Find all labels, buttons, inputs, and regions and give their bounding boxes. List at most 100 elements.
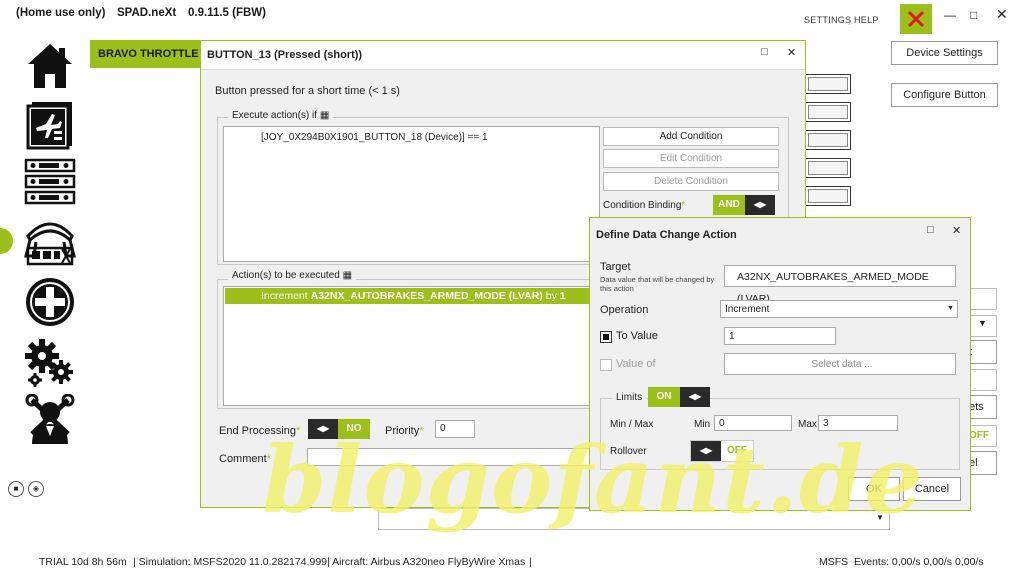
chevron-down-icon: ▼ <box>947 305 954 312</box>
rollover-label: Rollover <box>610 446 647 457</box>
cockpit-icon[interactable] <box>24 216 76 268</box>
min-label: Min <box>694 419 711 430</box>
status-simulation: | Simulation: MSFS2020 11.0.282174.999 <box>133 556 327 568</box>
data-change-dialog: Define Data Change Action □ ✕ Target Dat… <box>589 217 971 511</box>
close-icon[interactable]: ✕ <box>952 224 961 237</box>
button-slot[interactable] <box>805 102 851 122</box>
toggle-arrows-icon: ◀▶ <box>745 195 775 215</box>
active-indicator <box>0 228 13 254</box>
app-name: SPAD.neXt <box>117 7 177 19</box>
min-input[interactable]: 0 <box>714 415 792 431</box>
execute-if-label: Execute action(s) if ▦ <box>228 110 334 121</box>
status-aircraft: | Aircraft: Airbus A320neo FlyByWire Xma… <box>327 556 526 568</box>
bg-button-partial[interactable]: el <box>968 451 997 475</box>
delete-condition-button[interactable]: Delete Condition <box>603 172 779 191</box>
bg-button-partial[interactable]: t <box>968 340 997 364</box>
app-close-button[interactable] <box>900 4 932 34</box>
priority-label: Priority* <box>385 425 424 437</box>
status-trial: TRIAL 10d 8h 56m <box>39 556 127 568</box>
max-input[interactable]: 3 <box>818 415 898 431</box>
ok-button[interactable]: OK <box>848 477 900 501</box>
status-separator: | <box>529 556 532 568</box>
bg-field[interactable] <box>968 369 997 391</box>
cancel-button[interactable]: Cancel <box>903 477 961 501</box>
max-label: Max <box>798 419 817 430</box>
value-of-radio[interactable] <box>600 359 612 371</box>
target-hint: Data value that will be changed by this … <box>600 275 715 293</box>
limits-group <box>600 398 960 470</box>
bg-button-partial[interactable]: ets <box>968 395 997 419</box>
edit-condition-button[interactable]: Edit Condition <box>603 149 779 168</box>
bg-field[interactable] <box>968 288 997 310</box>
status-sim: MSFS <box>819 556 849 568</box>
close-icon[interactable]: ✕ <box>787 46 796 59</box>
condition-item[interactable]: [JOY_0X294B0X1901_BUTTON_18 (Device)] ==… <box>261 132 488 143</box>
chevron-down-icon: ▼ <box>978 318 987 328</box>
target-field[interactable]: A32NX_AUTOBRAKES_ARMED_MODE (LVAR) <box>724 265 956 305</box>
window-close-button[interactable]: ✕ <box>996 6 1008 23</box>
button-slot[interactable] <box>805 74 851 94</box>
save-icon[interactable]: ■ <box>8 481 24 497</box>
toggle-arrows-icon: ◀▶ <box>691 441 721 461</box>
maximize-button[interactable]: □ <box>761 46 768 58</box>
end-processing-text: End Processing <box>219 425 297 437</box>
support-icon[interactable] <box>24 393 76 446</box>
action-value: 1 <box>559 290 566 302</box>
comment-input[interactable] <box>307 448 597 466</box>
home-icon[interactable] <box>24 40 76 92</box>
toggle-arrows-icon: ◀▶ <box>680 387 710 407</box>
device-panels-icon[interactable] <box>24 156 76 208</box>
to-value-input[interactable]: 1 <box>724 327 836 345</box>
action-list[interactable] <box>223 286 600 406</box>
action-item-selected[interactable]: Increment A32NX_AUTOBRAKES_ARMED_MODE (L… <box>225 288 597 304</box>
minimize-button[interactable]: — <box>944 8 956 22</box>
button-dialog-header: BUTTON_13 (Pressed (short)) □ ✕ <box>201 41 805 70</box>
end-processing-value: NO <box>338 419 370 439</box>
limits-toggle[interactable]: ON ◀▶ <box>648 387 710 407</box>
operation-label: Operation <box>600 304 649 316</box>
script-icon: ▦ <box>342 270 353 281</box>
add-condition-button[interactable]: Add Condition <box>603 127 779 146</box>
flight-checklist-icon[interactable] <box>24 98 76 150</box>
end-processing-toggle[interactable]: ◀▶ NO <box>308 419 370 439</box>
close-x-icon <box>907 10 925 28</box>
comment-text: Comment <box>219 453 267 465</box>
condition-binding-toggle[interactable]: AND ◀▶ <box>713 195 775 215</box>
button-slot[interactable] <box>805 186 851 206</box>
gears-icon[interactable] <box>24 336 76 388</box>
device-settings-button[interactable]: Device Settings <box>891 41 998 65</box>
condition-list[interactable]: [JOY_0X294B0X1901_BUTTON_18 (Device)] ==… <box>223 126 600 262</box>
actions-label: Action(s) to be executed ▦ <box>228 270 357 281</box>
add-icon[interactable] <box>24 276 76 328</box>
button-slot[interactable] <box>805 158 851 178</box>
maximize-button[interactable]: □ <box>970 8 977 22</box>
to-value-radio[interactable] <box>600 331 612 343</box>
script-icon: ▦ <box>319 110 330 121</box>
device-tab[interactable]: BRAVO THROTTLE Q <box>90 40 202 68</box>
maximize-button[interactable]: □ <box>927 224 934 236</box>
bg-toggle-partial[interactable]: OFF <box>968 425 997 447</box>
condition-binding-text: Condition Binding <box>603 200 682 211</box>
priority-text: Priority <box>385 425 420 437</box>
end-processing-label: End Processing* <box>219 425 301 437</box>
button-description: Button pressed for a short time (< 1 s) <box>215 85 400 97</box>
button-slot[interactable] <box>805 130 851 150</box>
help-link[interactable]: HELP <box>854 15 879 25</box>
chevron-down-icon: ▼ <box>876 513 884 522</box>
package-icon[interactable]: ◈ <box>28 481 44 497</box>
minmax-label: Min / Max <box>610 419 654 430</box>
configure-button[interactable]: Configure Button <box>891 83 998 107</box>
select-data-button[interactable]: Select data ... <box>724 353 956 375</box>
to-value-label: To Value <box>616 330 658 342</box>
rollover-value: OFF <box>721 441 753 461</box>
edition-label: (Home use only) <box>16 7 106 19</box>
limits-label: Limits <box>612 392 647 403</box>
bg-dropdown-bottom[interactable] <box>378 508 890 530</box>
button-dialog-title: BUTTON_13 (Pressed (short)) <box>207 49 363 61</box>
title-bar: (Home use only) SPAD.neXt 0.9.11.5 (FBW)… <box>0 0 1024 34</box>
rollover-toggle[interactable]: ◀▶ OFF <box>690 440 754 462</box>
settings-link[interactable]: SETTINGS <box>804 15 851 25</box>
priority-input[interactable]: 0 <box>435 420 475 438</box>
operation-select[interactable]: Increment <box>720 300 958 318</box>
target-label: Target <box>600 261 631 273</box>
